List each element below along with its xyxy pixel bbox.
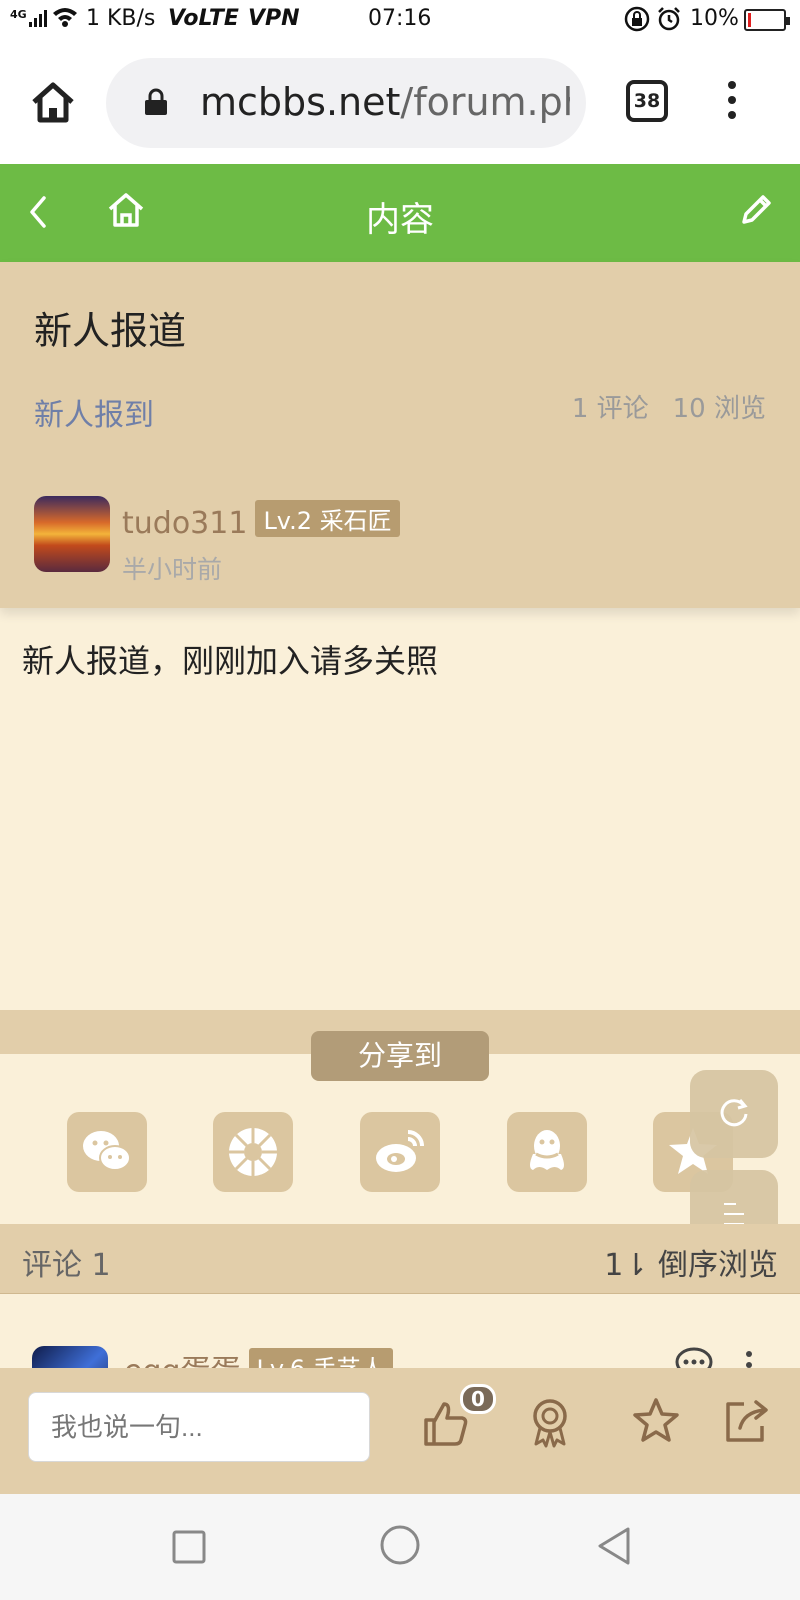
- status-bar: 4G 1 KB/s VoLTE VPN 07:16 10%: [0, 0, 800, 42]
- browser-toolbar: mcbbs.net/forum.ph 38: [0, 42, 800, 164]
- signal-icon: [28, 8, 48, 34]
- network-speed: 1 KB/s: [86, 6, 156, 31]
- clock: 07:16: [368, 6, 432, 31]
- comments-count: 评论 1: [22, 1248, 111, 1283]
- post-content: 新人报道，刚刚加入请多关照: [22, 642, 439, 680]
- moments-icon[interactable]: [213, 1112, 293, 1192]
- back-icon[interactable]: [594, 1526, 634, 1570]
- share-label: 分享到: [311, 1031, 489, 1081]
- refresh-icon: [720, 1099, 748, 1127]
- post-title: 新人报道: [34, 309, 187, 353]
- page-title: 内容: [366, 200, 434, 240]
- post-header: 新人报道 新人报到 1 评论 10 浏览 tudo311 Lv.2 采石匠 半小时前: [0, 262, 800, 608]
- vpn-indicator: VPN: [248, 6, 300, 31]
- home-icon: [32, 82, 74, 123]
- forum-link[interactable]: 新人报到: [34, 390, 154, 434]
- recents-icon[interactable]: [172, 1530, 206, 1568]
- wechat-icon[interactable]: [67, 1112, 147, 1192]
- avatar[interactable]: [34, 496, 110, 572]
- top-navigation: 内容: [0, 164, 800, 262]
- rotation-lock-icon: [624, 6, 650, 38]
- more-options-icon[interactable]: [720, 76, 744, 130]
- edit-icon[interactable]: [736, 190, 776, 230]
- comment-count: 1 评论: [571, 394, 649, 424]
- address-bar[interactable]: mcbbs.net/forum.ph: [106, 58, 586, 148]
- system-navigation-bar: [0, 1494, 800, 1600]
- post-stats: 1 评论 10 浏览: [548, 388, 766, 425]
- url-text[interactable]: mcbbs.net/forum.ph: [200, 80, 570, 124]
- refresh-button[interactable]: [690, 1070, 778, 1158]
- view-count: 10 浏览: [672, 394, 766, 424]
- network-type: 4G: [10, 8, 27, 21]
- weibo-icon[interactable]: [360, 1112, 440, 1192]
- qq-icon[interactable]: [507, 1112, 587, 1192]
- home-icon[interactable]: [379, 1524, 421, 1570]
- alarm-icon: [656, 6, 682, 38]
- comments-header: 评论 1 1⇂ 倒序浏览: [0, 1224, 800, 1294]
- share-icon[interactable]: [722, 1396, 772, 1444]
- lock-icon: [144, 88, 168, 116]
- browser-home-button[interactable]: [28, 78, 78, 128]
- level-badge: Lv.2 采石匠: [255, 500, 400, 537]
- star-icon[interactable]: [632, 1396, 680, 1444]
- award-icon[interactable]: [526, 1396, 574, 1448]
- comment-input[interactable]: [28, 1392, 370, 1462]
- author-name[interactable]: tudo311: [122, 506, 247, 541]
- post-time: 半小时前: [122, 555, 223, 584]
- volte-indicator: VoLTE: [168, 6, 239, 31]
- sort-toggle[interactable]: 1⇂ 倒序浏览: [604, 1240, 778, 1284]
- battery-icon: [744, 9, 790, 31]
- wifi-icon: [52, 6, 78, 34]
- url-path: /forum.ph: [400, 80, 570, 124]
- author-info: tudo311 Lv.2 采石匠: [122, 500, 400, 541]
- battery-percent: 10%: [690, 6, 739, 31]
- tab-switcher-button[interactable]: 38: [626, 80, 668, 122]
- bottom-action-bar: 0: [0, 1368, 800, 1494]
- url-domain: mcbbs.net: [200, 80, 401, 124]
- like-count-badge: 0: [460, 1384, 496, 1414]
